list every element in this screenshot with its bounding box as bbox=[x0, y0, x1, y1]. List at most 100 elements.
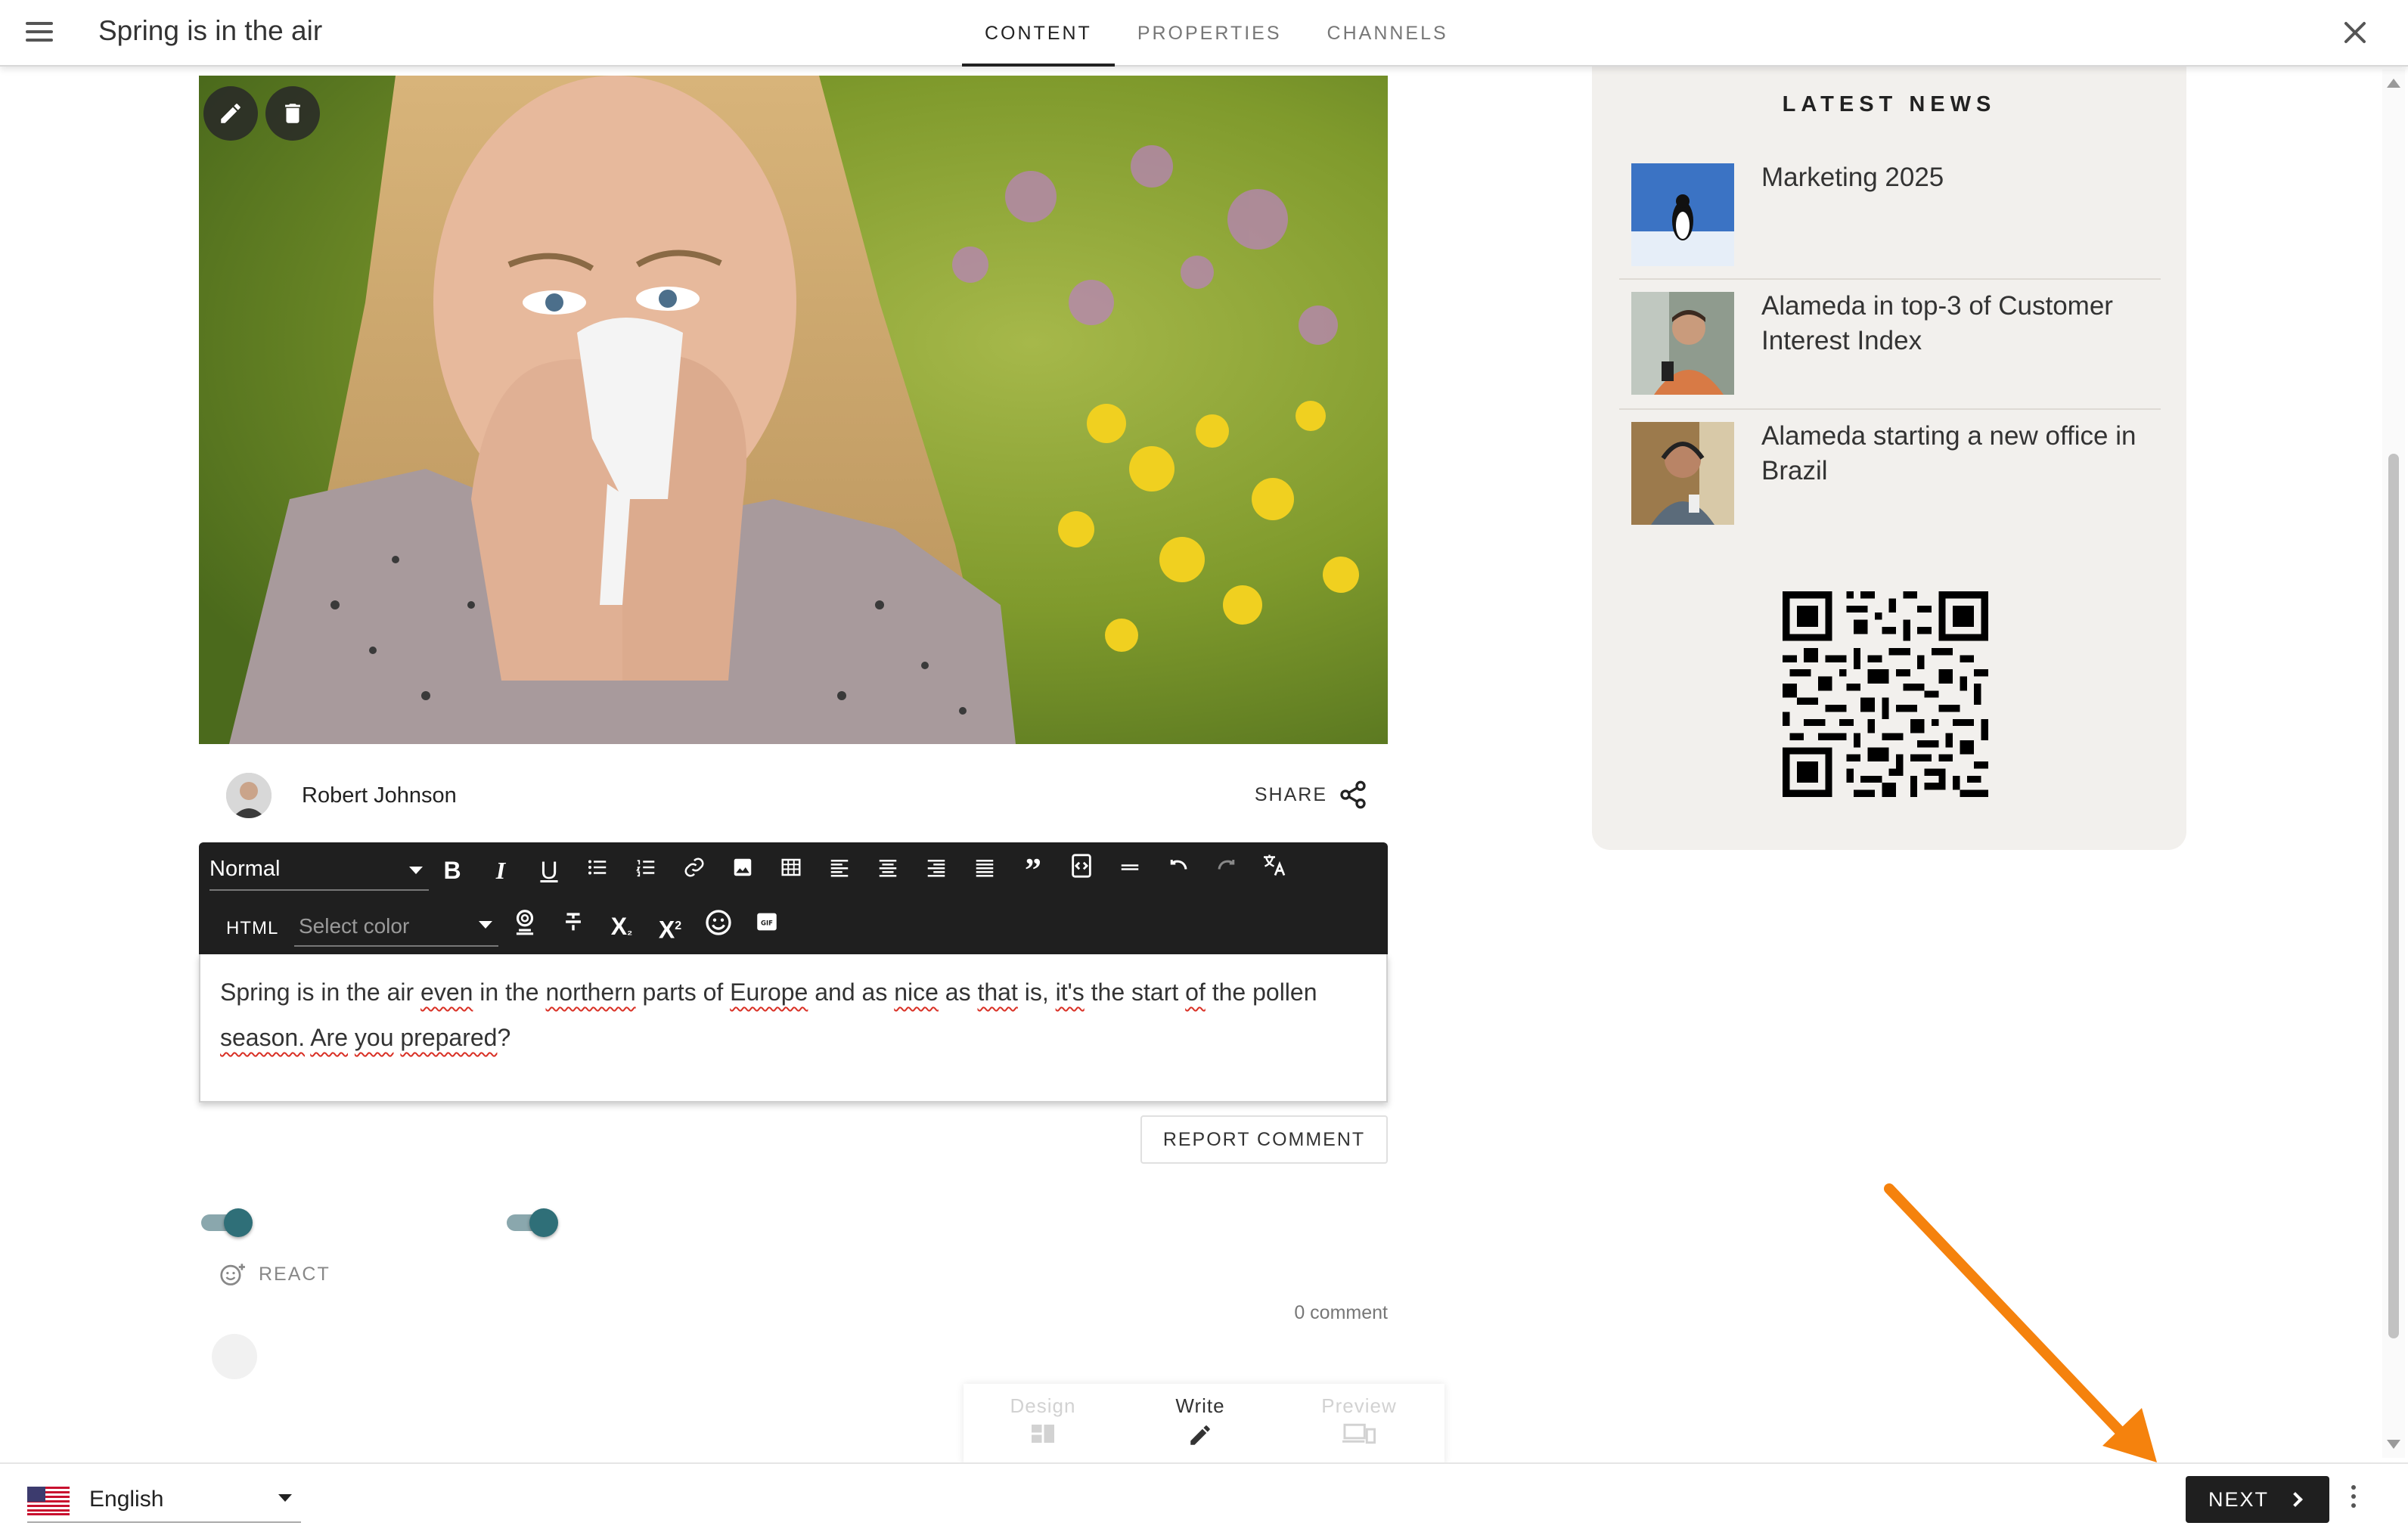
vertical-scrollbar-thumb[interactable] bbox=[2388, 454, 2399, 1338]
gif-icon[interactable]: GIF bbox=[748, 907, 786, 945]
misspelled-word[interactable]: northern bbox=[545, 978, 635, 1006]
highlight-icon[interactable] bbox=[506, 907, 544, 945]
sneezing-woman-photo bbox=[199, 76, 1388, 744]
edit-image-button[interactable] bbox=[203, 86, 258, 141]
table-icon[interactable] bbox=[772, 851, 810, 889]
hamburger-menu-icon[interactable] bbox=[23, 18, 56, 48]
us-flag-icon bbox=[27, 1487, 70, 1515]
chevron-down-icon bbox=[278, 1494, 292, 1502]
misspelled-word[interactable]: of bbox=[1185, 978, 1206, 1006]
subscript-icon[interactable]: X₂ bbox=[603, 907, 641, 945]
report-comment-button[interactable]: REPORT COMMENT bbox=[1140, 1115, 1388, 1164]
news-item-title: Alameda starting a new office in Brazil bbox=[1761, 421, 2136, 485]
share-label: SHARE bbox=[1254, 783, 1327, 805]
bulleted-list-icon[interactable] bbox=[579, 851, 616, 889]
scroll-down-arrow-icon[interactable] bbox=[2387, 1440, 2400, 1449]
misspelled-word[interactable]: season. bbox=[220, 1024, 305, 1051]
rich-text-toolbar: Normal B I U ” HTML Select color X₂ X2 G… bbox=[199, 842, 1388, 954]
scroll-up-arrow-icon[interactable] bbox=[2387, 79, 2400, 88]
horizontal-rule-icon[interactable] bbox=[1111, 851, 1149, 889]
news-thumbnail-man-headphones bbox=[1631, 422, 1734, 525]
editor-body-text: Spring is in the air even in the norther… bbox=[220, 978, 1317, 1051]
next-button[interactable]: NEXT bbox=[2186, 1476, 2329, 1523]
mode-write-label: Write bbox=[1175, 1394, 1225, 1417]
add-reaction-icon bbox=[220, 1264, 245, 1285]
comment-count: 0 comment bbox=[1294, 1302, 1388, 1323]
text-color-select[interactable]: Select color bbox=[294, 906, 498, 947]
misspelled-word[interactable]: Europe bbox=[730, 978, 808, 1006]
top-bar: Spring is in the air CONTENT PROPERTIES … bbox=[0, 0, 2408, 67]
mode-preview-label: Preview bbox=[1321, 1394, 1397, 1417]
italic-icon[interactable]: I bbox=[482, 851, 520, 889]
author-avatar[interactable] bbox=[226, 773, 272, 818]
bold-icon[interactable]: B bbox=[433, 851, 471, 889]
underline-icon[interactable]: U bbox=[530, 851, 568, 889]
misspelled-word[interactable]: that bbox=[977, 978, 1017, 1006]
misspelled-word[interactable]: prepared bbox=[400, 1024, 497, 1051]
mode-preview[interactable]: Preview bbox=[1302, 1394, 1416, 1445]
misspelled-word[interactable]: nice bbox=[894, 978, 939, 1006]
news-item[interactable]: Alameda in top-3 of Customer Interest In… bbox=[1619, 281, 2161, 411]
react-label: REACT bbox=[259, 1263, 330, 1285]
qr-code bbox=[1783, 591, 1988, 797]
misspelled-word[interactable]: you bbox=[355, 1024, 394, 1051]
mode-write[interactable]: Write bbox=[1143, 1394, 1257, 1448]
misspelled-word[interactable]: it's bbox=[1056, 978, 1085, 1006]
misspelled-word[interactable]: Are bbox=[310, 1024, 348, 1051]
toolbar-row-2: HTML Select color X₂ X2 GIF bbox=[199, 898, 1388, 954]
link-icon[interactable] bbox=[675, 851, 713, 889]
dashboard-icon bbox=[1032, 1425, 1054, 1443]
editor-mode-switcher: Design Write Preview bbox=[964, 1384, 1444, 1464]
redo-icon[interactable] bbox=[1208, 851, 1246, 889]
article-hero-image bbox=[199, 76, 1388, 744]
misspelled-word[interactable]: even bbox=[420, 978, 473, 1006]
align-left-icon[interactable] bbox=[821, 851, 858, 889]
tab-bar: CONTENT PROPERTIES CHANNELS bbox=[962, 0, 1471, 67]
share-button[interactable]: SHARE bbox=[1255, 779, 1368, 811]
align-center-icon[interactable] bbox=[869, 851, 907, 889]
tab-content[interactable]: CONTENT bbox=[962, 0, 1115, 67]
close-icon[interactable] bbox=[2340, 17, 2370, 47]
toggle-switch-2[interactable] bbox=[505, 1208, 558, 1237]
strikethrough-icon[interactable] bbox=[554, 907, 592, 945]
latest-news-panel: LATEST NEWS Marketing 2025 Alameda in to… bbox=[1592, 67, 2186, 850]
author-row: Robert Johnson SHARE bbox=[199, 768, 1388, 823]
paragraph-format-select[interactable]: Normal bbox=[209, 850, 429, 891]
react-button[interactable]: REACT bbox=[219, 1261, 330, 1287]
align-justify-icon[interactable] bbox=[966, 851, 1004, 889]
delete-image-button[interactable] bbox=[265, 86, 320, 141]
more-options-icon[interactable] bbox=[2349, 1485, 2358, 1515]
numbered-list-icon[interactable] bbox=[627, 851, 665, 889]
latest-news-title: LATEST NEWS bbox=[1782, 92, 1997, 116]
news-item-title: Marketing 2025 bbox=[1761, 163, 1944, 192]
news-divider bbox=[1619, 278, 2161, 280]
paragraph-format-value: Normal bbox=[209, 857, 281, 881]
mode-design[interactable]: Design bbox=[986, 1394, 1100, 1445]
comment-editor[interactable]: Spring is in the air even in the norther… bbox=[199, 954, 1388, 1102]
blockquote-icon[interactable]: ” bbox=[1014, 851, 1052, 889]
emoji-icon[interactable] bbox=[700, 907, 737, 945]
share-icon bbox=[1340, 780, 1366, 809]
language-select[interactable]: English bbox=[27, 1478, 301, 1523]
news-item[interactable]: Marketing 2025 bbox=[1619, 153, 2161, 283]
superscript-icon[interactable]: X2 bbox=[651, 907, 689, 945]
tab-channels[interactable]: CHANNELS bbox=[1305, 0, 1471, 67]
author-name: Robert Johnson bbox=[302, 783, 457, 808]
insert-image-icon[interactable] bbox=[724, 851, 762, 889]
align-right-icon[interactable] bbox=[917, 851, 955, 889]
trash-icon bbox=[285, 104, 300, 123]
toggle-switch-1[interactable] bbox=[200, 1208, 253, 1237]
mode-design-label: Design bbox=[1010, 1394, 1076, 1417]
news-divider bbox=[1619, 408, 2161, 410]
translate-icon[interactable] bbox=[1256, 851, 1294, 889]
text-color-placeholder: Select color bbox=[299, 914, 410, 938]
chevron-right-icon bbox=[2288, 1492, 2303, 1507]
tab-properties[interactable]: PROPERTIES bbox=[1115, 0, 1305, 67]
news-item[interactable]: Alameda starting a new office in Brazil bbox=[1619, 411, 2161, 541]
news-thumbnail-man-phone bbox=[1631, 292, 1734, 395]
next-label: NEXT bbox=[2208, 1488, 2270, 1511]
undo-icon[interactable] bbox=[1159, 851, 1197, 889]
html-toggle-button[interactable]: HTML bbox=[226, 918, 278, 939]
language-label: English bbox=[89, 1487, 164, 1512]
code-block-icon[interactable] bbox=[1063, 851, 1100, 889]
